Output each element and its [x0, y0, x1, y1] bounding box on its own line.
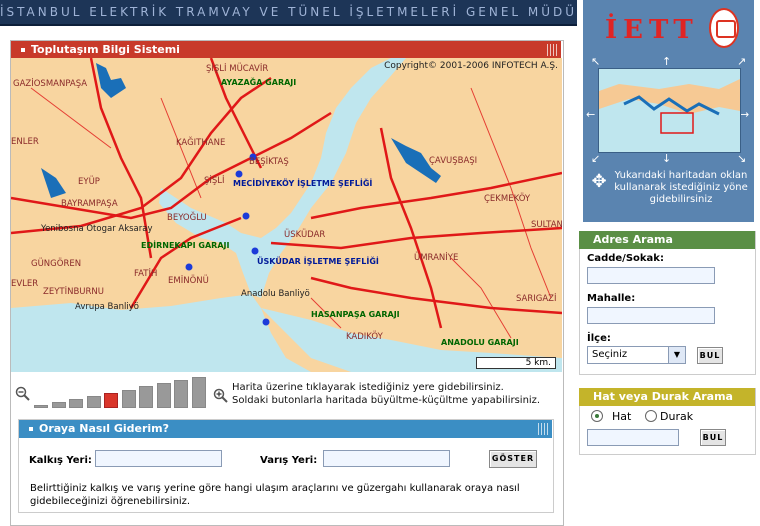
line-search-header: Hat veya Durak Arama — [579, 388, 755, 406]
zoom-step[interactable] — [51, 401, 66, 408]
map-label: ÜMRANİYE — [414, 253, 459, 263]
line-input[interactable] — [587, 429, 679, 446]
city-map[interactable]: Copyright© 2001-2006 INFOTECH A.Ş. ŞİŞLİ… — [11, 58, 562, 372]
address-search-header: Adres Arama — [579, 231, 755, 249]
zoom-step[interactable] — [34, 405, 48, 408]
stop-label[interactable]: MECİDİYEKÖY İŞLETME ŞEFLİĞİ — [233, 179, 372, 188]
line-find-button[interactable]: BUL — [700, 429, 726, 446]
map-label: ŞİŞLİ — [204, 176, 225, 186]
map-label: FATİH — [134, 269, 158, 279]
overview-map[interactable] — [598, 68, 741, 153]
arrow-ne-icon[interactable]: ↗ — [737, 55, 746, 68]
radio-hat-label: Hat — [612, 410, 632, 423]
map-scale: 5 km. — [476, 357, 556, 369]
hint-line: Soldaki butonlarla haritada büyültme-küç… — [232, 395, 541, 406]
map-hint: Harita üzerine tıklayarak istediğiniz ye… — [232, 381, 540, 407]
address-find-button[interactable]: BUL — [697, 347, 723, 364]
show-route-button[interactable]: GÖSTER — [489, 450, 537, 468]
zoom-step[interactable] — [121, 389, 136, 408]
zoom-step[interactable] — [139, 386, 153, 408]
address-search-title: Adres Arama — [593, 233, 673, 246]
zoom-out-icon[interactable] — [15, 386, 32, 403]
map-label: SARIGAZİ — [516, 294, 557, 304]
street-label: Cadde/Sokak: — [587, 253, 664, 264]
iett-nav-panel: İETT ↖ ↑ ↗ ← → ↙ ↓ ↘ ✥ Yukarıdaki harita… — [583, 0, 754, 222]
quarter-input[interactable] — [587, 307, 715, 324]
map-label: ÜSKÜDAR — [284, 230, 326, 240]
district-select[interactable]: Seçiniz ▼ — [587, 346, 686, 364]
chevron-down-icon: ▼ — [668, 347, 685, 363]
radio-durak[interactable] — [645, 410, 657, 422]
arrow-sw-icon[interactable]: ↙ — [591, 152, 600, 165]
garage-label[interactable]: HASANPAŞA GARAJI — [311, 310, 400, 319]
route-panel-title: Oraya Nasıl Giderim? — [39, 422, 170, 435]
arrow-n-icon[interactable]: ↑ — [662, 55, 671, 68]
map-label: BAYRAMPAŞA — [61, 199, 118, 209]
map-graphic — [11, 58, 562, 372]
arrow-se-icon[interactable]: ↘ — [737, 152, 746, 165]
map-label: BEŞİKTAŞ — [249, 157, 289, 167]
site-banner: İSTANBUL ELEKTRİK TRAMVAY VE TÜNEL İŞLET… — [0, 0, 577, 26]
map-panel-title: Toplutaşım Bilgi Sistemi — [31, 43, 180, 56]
arrow-nw-icon[interactable]: ↖ — [591, 55, 600, 68]
map-label: ÇEKMEKÖY — [484, 194, 531, 204]
map-label: ZEYTİNBURNU — [43, 287, 104, 297]
place-label: Anadolu Banliyö — [241, 289, 310, 299]
iett-emblem — [709, 8, 739, 48]
street-input[interactable] — [587, 267, 715, 284]
zoom-step[interactable] — [104, 392, 118, 408]
zoom-step[interactable] — [86, 395, 101, 408]
nav-help-text: Yukarıdaki haritadan oklan kullanarak is… — [614, 170, 748, 205]
quarter-label: Mahalle: — [587, 293, 636, 304]
map-copyright: Copyright© 2001-2006 INFOTECH A.Ş. — [384, 61, 558, 71]
hint-line: Harita üzerine tıklayarak istediğiniz ye… — [232, 382, 504, 393]
map-label: EYÜP — [78, 177, 100, 187]
grip-icon — [547, 44, 557, 56]
garage-label[interactable]: EDİRNEKAPI GARAJI — [141, 241, 229, 250]
arrow-s-icon[interactable]: ↓ — [662, 152, 671, 165]
arrow-w-icon[interactable]: ← — [586, 108, 595, 121]
to-label: Varış Yeri: — [260, 455, 318, 466]
map-label: GAZİOSMANPAŞA — [13, 79, 88, 89]
map-label: BEYOĞLU — [167, 213, 207, 223]
iett-logo: İETT — [605, 15, 699, 45]
map-label: ENLER — [11, 137, 39, 147]
radio-durak-label: Durak — [660, 410, 694, 423]
map-label: SULTAN — [531, 220, 562, 230]
line-search-title: Hat veya Durak Arama — [593, 390, 733, 403]
map-label: EMİNÖNÜ — [168, 276, 209, 286]
map-label: EVLER — [11, 279, 39, 289]
zoom-step[interactable] — [69, 398, 83, 408]
to-input[interactable] — [323, 450, 450, 467]
district-label: İlçe: — [587, 333, 611, 344]
grip-icon — [538, 423, 548, 435]
stop-label[interactable]: ÜSKÜDAR İŞLETME ŞEFLİĞİ — [257, 257, 379, 266]
move-icon: ✥ — [591, 171, 607, 192]
district-selected: Seçiniz — [592, 349, 628, 360]
place-label: Avrupa Banliyö — [75, 302, 139, 312]
zoom-step[interactable] — [156, 383, 171, 408]
zoom-level-bar[interactable] — [34, 376, 212, 408]
zoom-in-icon[interactable] — [213, 388, 230, 405]
garage-label[interactable]: ANADOLU GARAJI — [441, 338, 519, 347]
radio-hat[interactable] — [591, 410, 603, 422]
map-panel-header: Toplutaşım Bilgi Sistemi — [11, 41, 561, 59]
route-description: Belirttiğiniz kalkış ve varış yerine gör… — [30, 483, 520, 507]
map-label: ÇAVUŞBAŞI — [429, 156, 478, 166]
route-panel-header: Oraya Nasıl Giderim? — [19, 420, 552, 438]
zoom-step[interactable] — [174, 380, 188, 408]
map-label: KADIKÖY — [346, 332, 383, 342]
zoom-step[interactable] — [191, 377, 206, 408]
map-label: GÜNGÖREN — [31, 259, 82, 269]
place-label: Yenibosna Otogar Aksaray — [41, 224, 153, 234]
map-label: KAĞITHANE — [176, 138, 226, 148]
arrow-e-icon[interactable]: → — [740, 108, 749, 121]
from-input[interactable] — [95, 450, 222, 467]
garage-label[interactable]: AYAZAĞA GARAJI — [221, 78, 296, 87]
from-label: Kalkış Yeri: — [29, 455, 92, 466]
map-label: ŞİŞLİ MÜCAVİR — [206, 64, 269, 74]
